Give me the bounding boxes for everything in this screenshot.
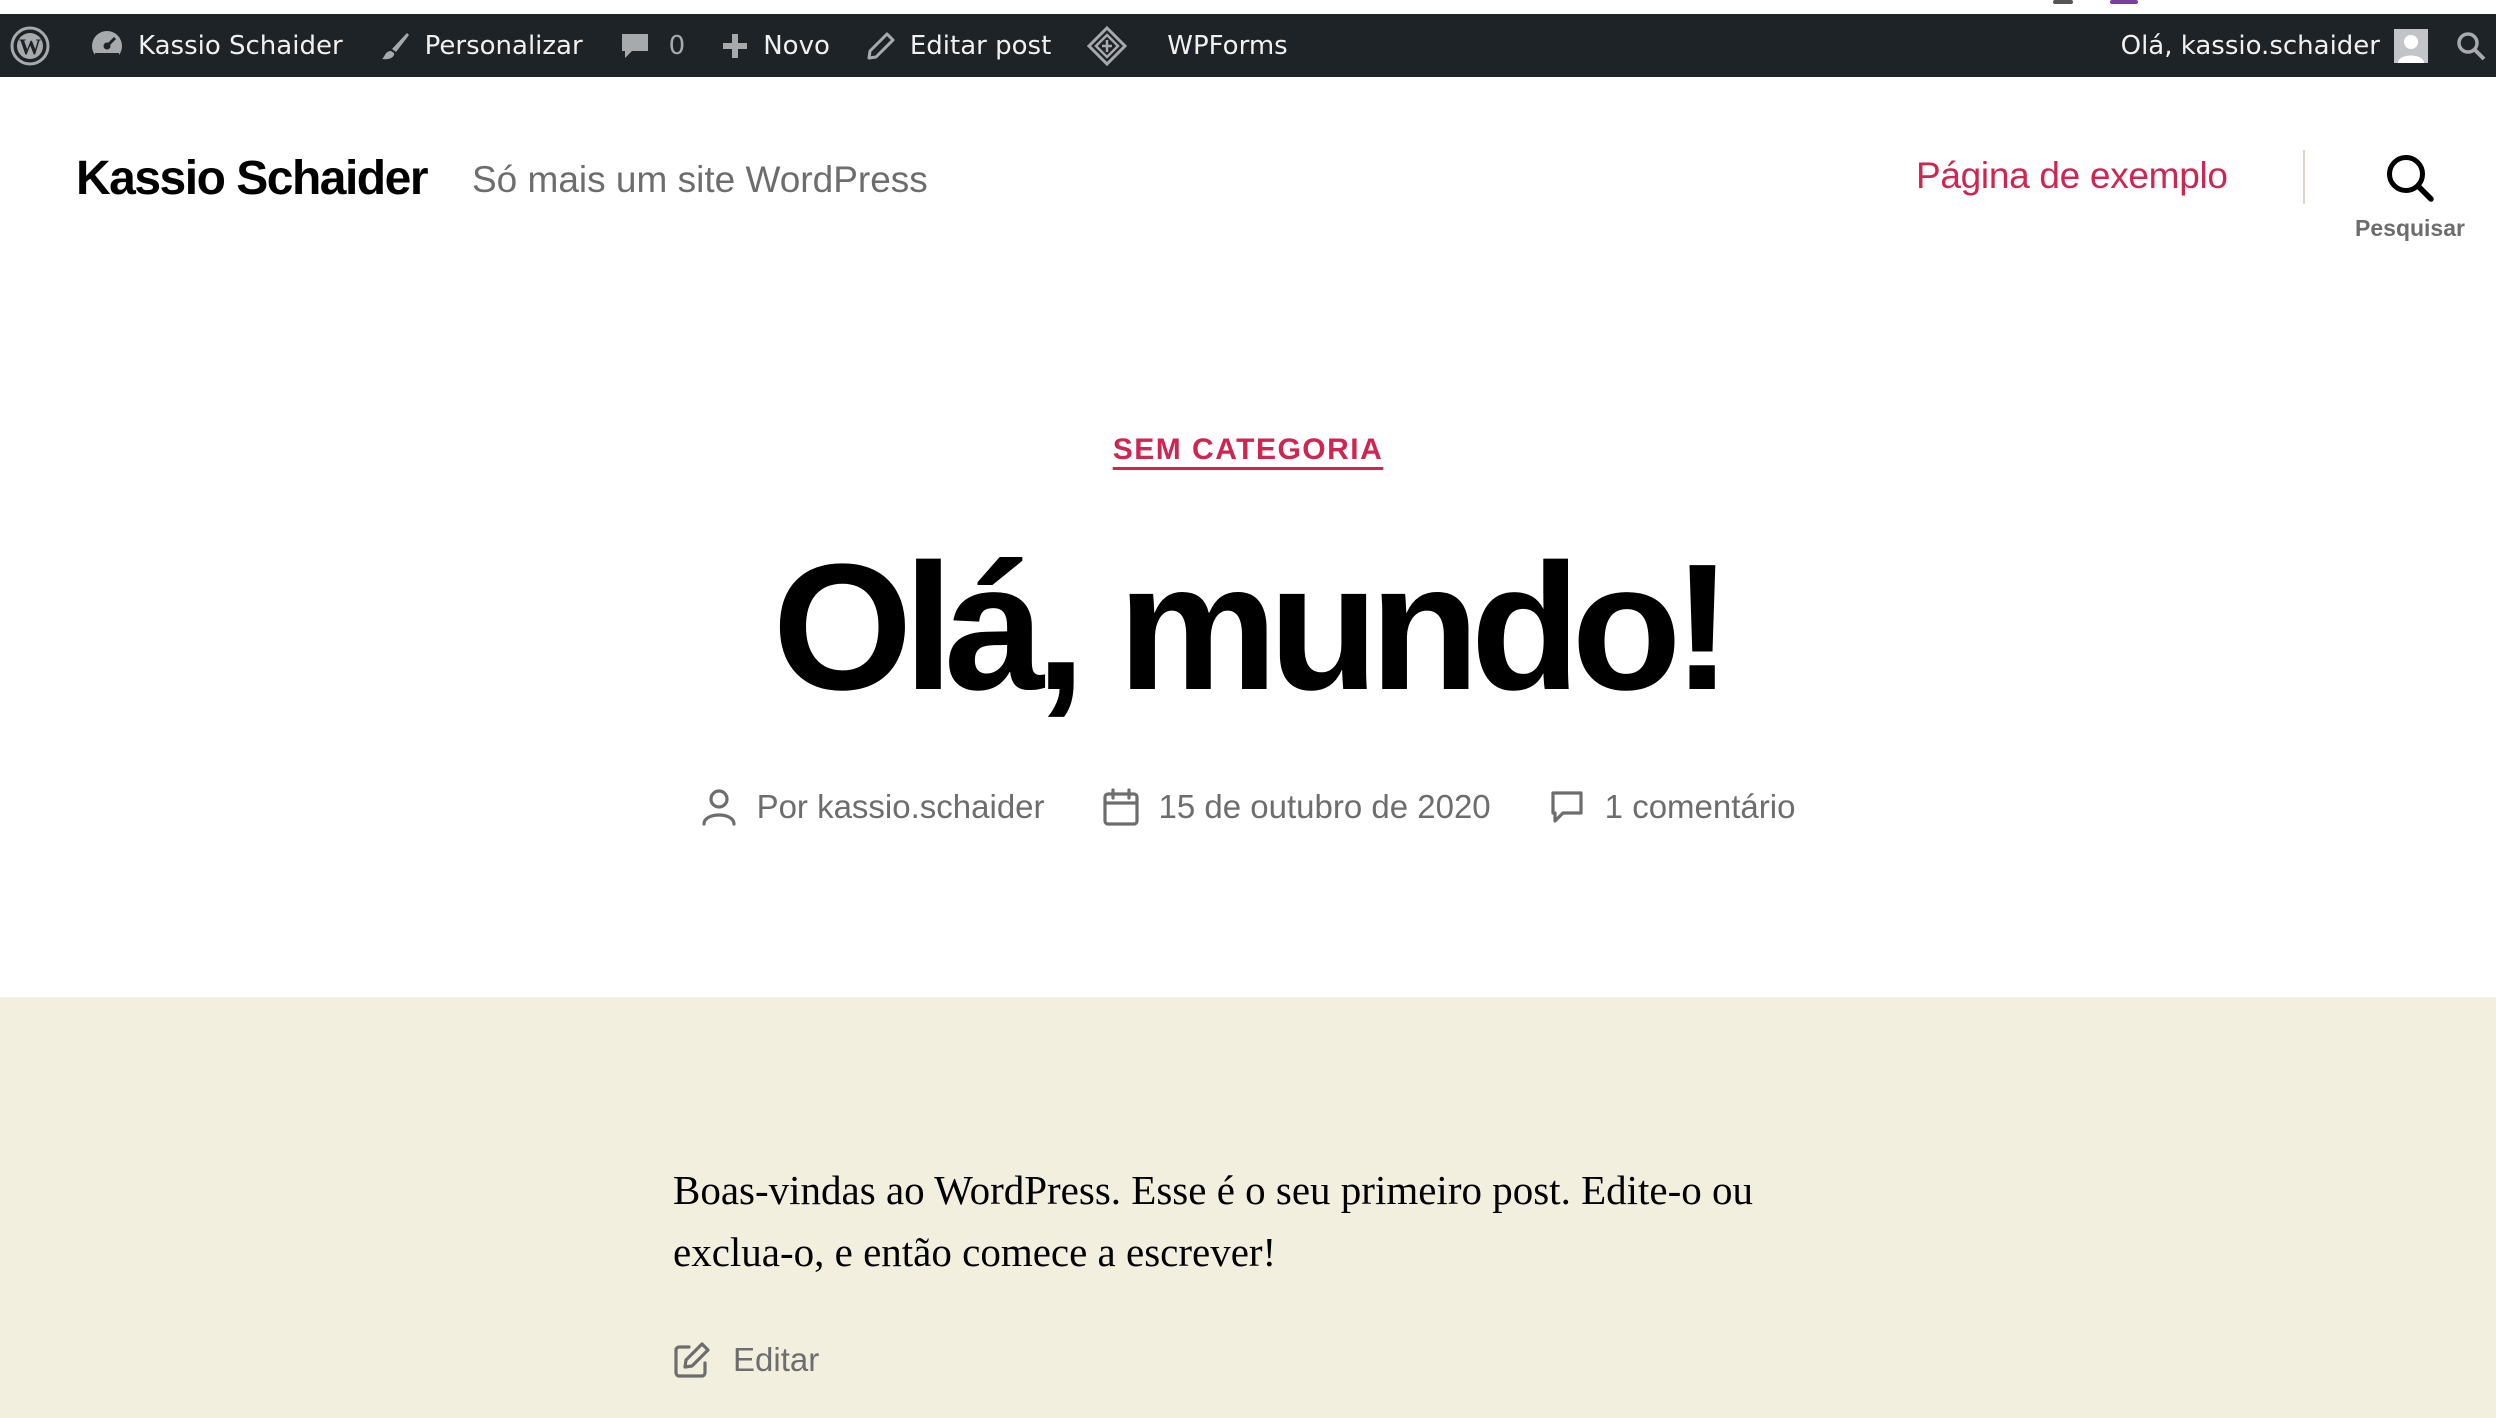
post-author-label: Por kassio.schaider (756, 788, 1045, 825)
wpforms-icon (1087, 25, 1128, 66)
browser-tab-indicator (2053, 0, 2073, 4)
customize-link[interactable]: Personalizar (361, 14, 601, 77)
person-icon (701, 789, 736, 826)
dashboard-icon (92, 30, 122, 63)
edit-post-label: Editar (733, 1341, 820, 1378)
comments-count: 0 (668, 30, 686, 61)
category-link[interactable]: SEM CATEGORIA (1113, 433, 1384, 467)
edit-icon (674, 1342, 710, 1378)
edit-post-button[interactable]: Editar (673, 1341, 819, 1379)
post-author[interactable]: Por kassio.schaider (701, 788, 1045, 826)
comments-link[interactable]: 0 (601, 14, 704, 77)
comment-bubble-icon (621, 33, 648, 58)
post-date-label: 15 de outubro de 2020 (1158, 788, 1491, 825)
search-icon (2457, 31, 2486, 60)
svg-text:W: W (19, 34, 41, 59)
wordpress-menu[interactable]: W (0, 14, 72, 77)
pencil-icon (867, 32, 895, 59)
plus-icon (723, 33, 748, 58)
new-label: Novo (763, 30, 830, 61)
admin-search[interactable] (2442, 14, 2496, 77)
post-meta: Por kassio.schaider 15 de outubro de 202… (0, 788, 2496, 826)
post-comments[interactable]: 1 comentário (1549, 788, 1796, 826)
nav-item-sample-page[interactable]: Página de exemplo (1916, 155, 2228, 197)
entry-categories: SEM CATEGORIA (0, 433, 2496, 467)
edit-post-label: Editar post (909, 30, 1052, 61)
wpforms-menu[interactable]: WPForms (1069, 14, 1305, 77)
comment-icon (1551, 791, 1583, 823)
edit-post-link[interactable]: Editar post (848, 14, 1069, 77)
site-title-link[interactable]: Kassio Schaider (76, 151, 429, 206)
post-title: Olá, mundo! (772, 527, 1733, 728)
wpforms-label: WPForms (1167, 30, 1288, 61)
calendar-icon (1102, 788, 1139, 826)
paintbrush-icon (381, 32, 409, 59)
customize-label: Personalizar (424, 30, 583, 61)
post-body: Boas-vindas ao WordPress. Esse é o seu p… (673, 1167, 1753, 1275)
account-greeting: Olá, kassio.schaider (2120, 30, 2380, 61)
site-description: Só mais um site WordPress (472, 159, 928, 200)
search-icon (2387, 155, 2434, 202)
admin-bar: W Kassio Schaider Personalizar 0 Novo Ed… (0, 14, 2496, 77)
wordpress-logo-icon: W (10, 26, 50, 65)
new-content-menu[interactable]: Novo (703, 14, 848, 77)
search-toggle-label: Pesquisar (2355, 215, 2465, 241)
my-account-menu[interactable]: Olá, kassio.schaider (2103, 14, 2442, 77)
post-date[interactable]: 15 de outubro de 2020 (1102, 788, 1491, 826)
post-content-area: Boas-vindas ao WordPress. Esse é o seu p… (0, 997, 2496, 1418)
browser-top-strip (0, 0, 2496, 14)
browser-tab-indicator (2110, 0, 2138, 4)
site-name-menu[interactable]: Kassio Schaider (72, 14, 361, 77)
search-toggle-button[interactable]: Pesquisar (2340, 153, 2480, 249)
site-header: Kassio Schaider Só mais um site WordPres… (0, 77, 2496, 277)
site-name-label: Kassio Schaider (138, 30, 343, 61)
post-comments-label: 1 comentário (1604, 788, 1796, 825)
user-avatar-icon (2394, 28, 2428, 63)
header-divider (2303, 150, 2305, 204)
